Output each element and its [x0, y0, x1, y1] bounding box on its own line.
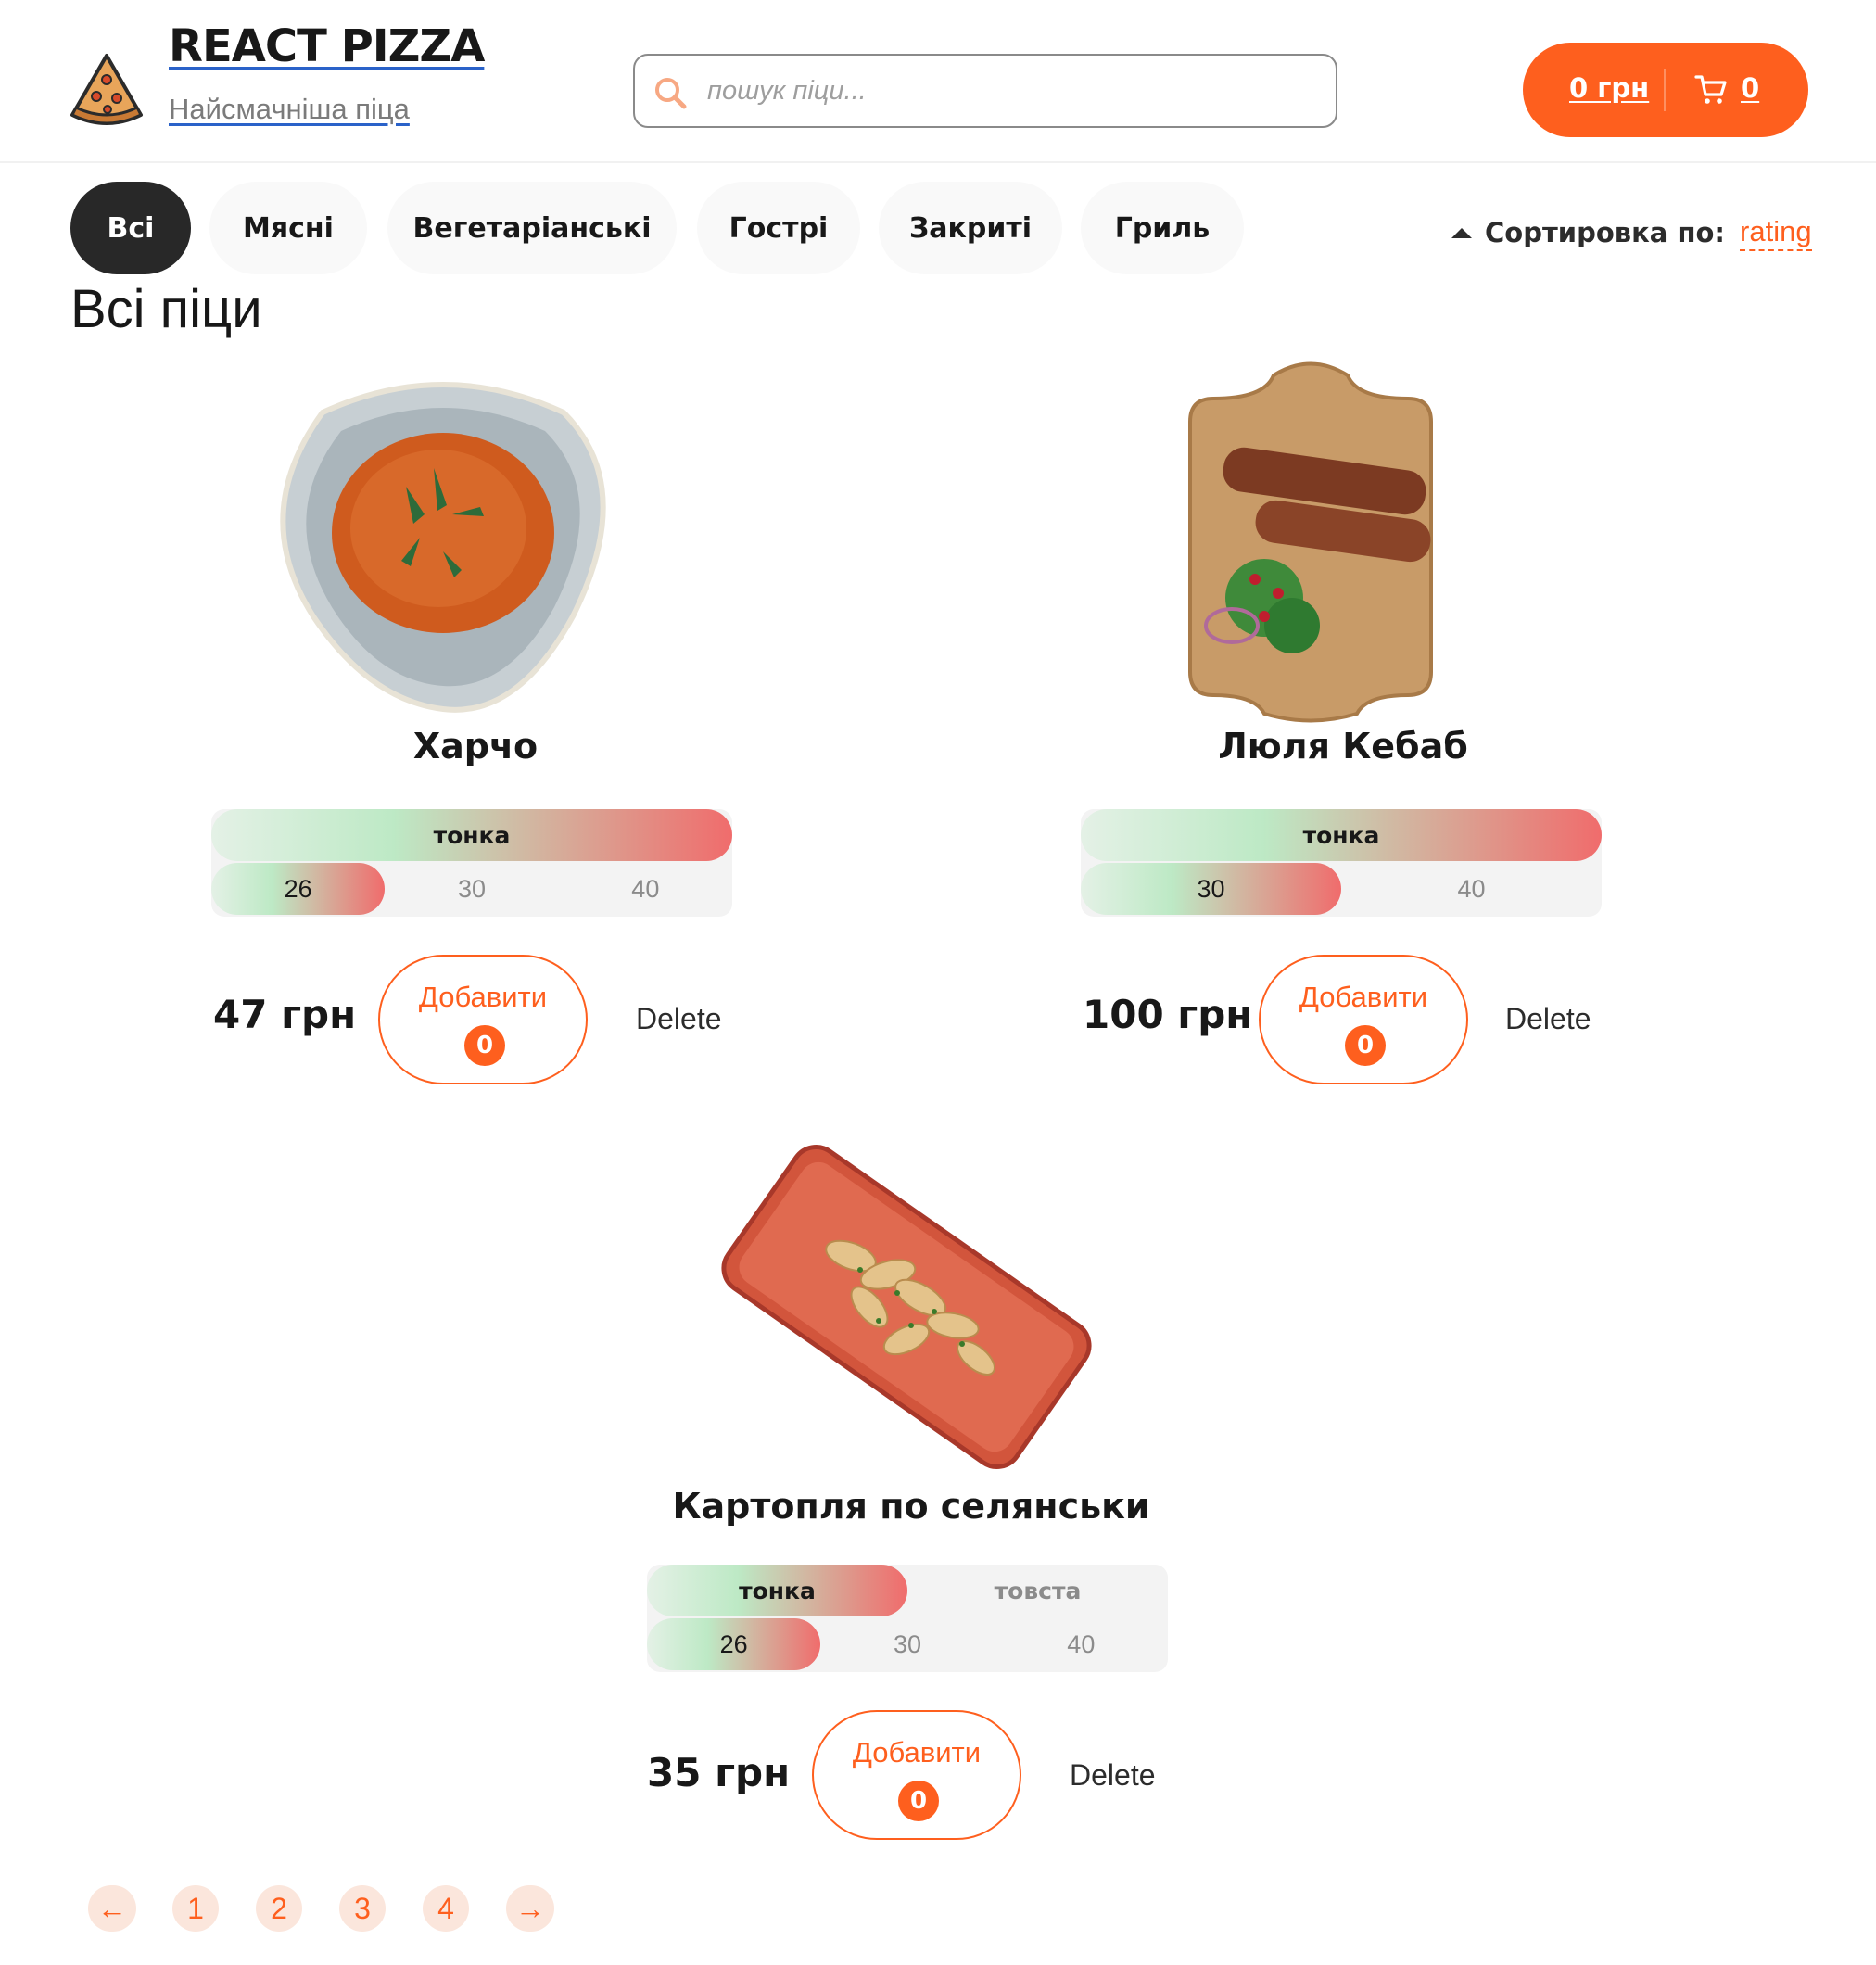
product-price: 100 грн: [1083, 992, 1253, 1037]
add-button-label: Добавити: [852, 1736, 982, 1768]
product-card: Люля Кебаб тонка 30 40 100 грн Добавити …: [1079, 357, 1607, 1089]
dough-type-option[interactable]: тонка: [211, 809, 732, 861]
category-spicy[interactable]: Гострі: [697, 182, 860, 274]
product-image-kharcho: [280, 382, 606, 713]
add-button-count: 0: [1345, 1025, 1386, 1066]
sort-label: Сортировка по:: [1485, 217, 1726, 248]
pagination-prev[interactable]: ←: [88, 1885, 136, 1932]
sort-control: Сортировка по: rating: [1451, 209, 1812, 256]
add-to-cart-button[interactable]: Добавити 0: [1259, 955, 1468, 1084]
product-card: Картопля по селянськи тонка товста 26 30…: [647, 1135, 1175, 1849]
size-option[interactable]: 40: [559, 863, 732, 915]
dough-type-option[interactable]: товста: [907, 1565, 1168, 1616]
delete-button[interactable]: Delete: [1070, 1758, 1156, 1793]
category-vegetarian[interactable]: Вегетаріанські: [387, 182, 677, 274]
delete-button[interactable]: Delete: [636, 1002, 722, 1036]
product-title: Харчо: [412, 726, 539, 767]
size-row: 26 30 40: [647, 1618, 1168, 1670]
pizza-slice-icon[interactable]: [69, 52, 145, 130]
dough-type-row: тонка: [1081, 809, 1602, 861]
product-options: тонка товста 26 30 40: [647, 1565, 1168, 1672]
search-icon: [655, 78, 687, 109]
pagination-page[interactable]: 2: [256, 1885, 302, 1932]
dough-type-row: тонка: [211, 809, 732, 861]
cart-icon: [1694, 75, 1727, 104]
add-button-count: 0: [898, 1781, 939, 1821]
product-price: 35 грн: [647, 1750, 791, 1795]
page-title: Всі піци: [70, 279, 262, 339]
product-image-lyulya-kebab: [1188, 361, 1433, 723]
cart-divider: [1664, 69, 1666, 111]
size-option[interactable]: 30: [1081, 863, 1341, 915]
delete-button[interactable]: Delete: [1505, 1002, 1591, 1036]
product-price: 47 грн: [213, 992, 357, 1037]
add-to-cart-button[interactable]: Добавити 0: [812, 1710, 1021, 1840]
add-button-label: Добавити: [418, 981, 548, 1013]
size-option[interactable]: 30: [820, 1618, 994, 1670]
size-option[interactable]: 26: [211, 863, 386, 915]
add-button-count: 0: [464, 1025, 505, 1066]
dough-type-option[interactable]: тонка: [1081, 809, 1602, 861]
size-option[interactable]: 30: [385, 863, 558, 915]
product-options: тонка 26 30 40: [211, 809, 732, 917]
brand-title[interactable]: REACT PIZZA: [169, 20, 485, 72]
product-image-potatoes: [721, 1145, 1092, 1469]
size-row: 30 40: [1081, 863, 1602, 915]
pagination-next[interactable]: →: [506, 1885, 554, 1932]
dough-type-option[interactable]: тонка: [647, 1565, 907, 1616]
category-grill[interactable]: Гриль: [1081, 182, 1244, 274]
product-options: тонка 30 40: [1081, 809, 1602, 917]
search-box: [633, 54, 1337, 128]
cart-total-price: 0 грн: [1569, 72, 1650, 104]
product-card: Харчо тонка 26 30 40 47 грн Добавити 0 D…: [211, 375, 740, 1089]
sort-value-dropdown[interactable]: rating: [1740, 214, 1812, 251]
category-closed[interactable]: Закриті: [879, 182, 1062, 274]
category-meat[interactable]: Мясні: [209, 182, 367, 274]
dough-type-row: тонка товста: [647, 1565, 1168, 1616]
add-to-cart-button[interactable]: Добавити 0: [378, 955, 588, 1084]
cart-button[interactable]: 0 грн 0: [1523, 43, 1808, 137]
product-title: Картопля по селянськи: [672, 1486, 1150, 1527]
pagination-page[interactable]: 4: [423, 1885, 469, 1932]
product-title: Люля Кебаб: [1218, 726, 1468, 767]
pagination-page[interactable]: 1: [172, 1885, 219, 1932]
header: REACT PIZZA Найсмачніша піца 0 грн 0: [0, 0, 1876, 163]
size-option[interactable]: 40: [1341, 863, 1602, 915]
pagination-page[interactable]: 3: [339, 1885, 386, 1932]
category-all[interactable]: Всі: [70, 182, 191, 274]
size-option[interactable]: 26: [647, 1618, 821, 1670]
cart-count: 0: [1741, 72, 1760, 104]
search-input[interactable]: [707, 65, 1319, 117]
add-button-label: Добавити: [1299, 981, 1428, 1013]
size-option[interactable]: 40: [995, 1618, 1168, 1670]
size-row: 26 30 40: [211, 863, 732, 915]
brand-subtitle[interactable]: Найсмачніша піца: [169, 93, 410, 126]
sort-arrow-icon[interactable]: [1451, 227, 1472, 238]
